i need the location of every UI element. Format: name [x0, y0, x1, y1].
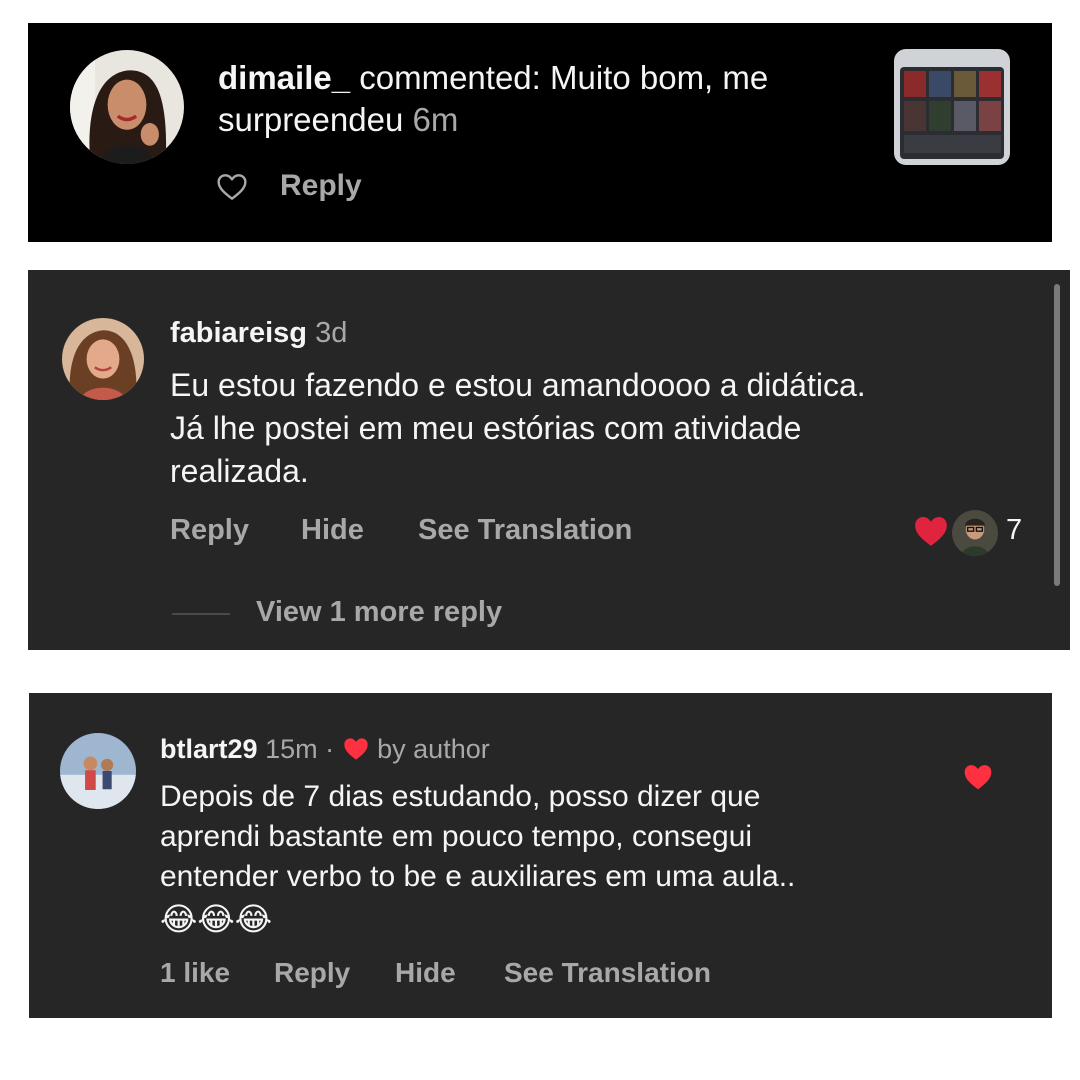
avatar-fabiareisg[interactable] — [62, 318, 144, 400]
reply-button[interactable]: Reply — [274, 957, 350, 989]
avatar-dimaile[interactable] — [70, 50, 184, 164]
see-translation-button[interactable]: See Translation — [504, 957, 711, 989]
comment-text: Depois de 7 dias estudando, posso dizer … — [160, 777, 795, 941]
comment-header: fabiareisg 3d — [170, 314, 347, 352]
comment-header: btlart29 15m · by author — [160, 731, 490, 767]
comment-intro: commented: Muito bom, me — [350, 59, 769, 96]
timestamp: 3d — [315, 317, 348, 349]
liker-avatar — [950, 508, 1000, 558]
comment-line: entender verbo to be e auxiliares em uma… — [160, 860, 796, 893]
hide-button[interactable]: Hide — [395, 957, 456, 989]
comment-line: realizada. — [170, 453, 309, 489]
author-badge: by author — [377, 734, 490, 764]
post-thumbnail[interactable] — [894, 49, 1010, 165]
notification-card: dimaile_ commented: Muito bom, me surpre… — [28, 23, 1052, 242]
heart-outline-icon[interactable] — [216, 171, 248, 201]
view-more-replies-link[interactable]: View 1 more reply — [256, 596, 502, 629]
comment-text: Eu estou fazendo e estou amandoooo a did… — [170, 364, 866, 493]
heart-icon — [912, 512, 950, 548]
timestamp: 6m — [412, 101, 459, 138]
comment-line: Eu estou fazendo e estou amandoooo a did… — [170, 367, 866, 403]
hide-button[interactable]: Hide — [301, 514, 364, 547]
username[interactable]: dimaile_ — [218, 59, 350, 96]
emoji-line: 😂😂😂 — [160, 901, 273, 937]
like-summary[interactable] — [912, 508, 1008, 558]
likes-count-link[interactable]: 1 like — [160, 957, 230, 989]
timestamp: 15m — [265, 734, 318, 764]
like-heart-icon[interactable] — [962, 761, 994, 796]
separator: · — [325, 734, 335, 764]
thread-line — [172, 613, 230, 615]
comment-line: Já lhe postei em meu estórias com ativid… — [170, 410, 802, 446]
username[interactable]: btlart29 — [160, 734, 258, 764]
comment-card: btlart29 15m · by author Depois de 7 dia… — [29, 693, 1052, 1018]
comment-line: Depois de 7 dias estudando, posso dizer … — [160, 780, 761, 813]
like-count: 7 — [1006, 514, 1023, 546]
comment-card: fabiareisg 3d Eu estou fazendo e estou a… — [28, 270, 1070, 650]
see-translation-button[interactable]: See Translation — [418, 514, 632, 547]
reply-button[interactable]: Reply — [170, 514, 249, 547]
heart-icon — [342, 734, 370, 760]
comment-text: surpreendeu — [218, 101, 404, 138]
comment-line: aprendi bastante em pouco tempo, consegu… — [160, 820, 753, 853]
avatar-btlart29[interactable] — [60, 733, 136, 809]
username[interactable]: fabiareisg — [170, 317, 307, 349]
reply-button[interactable]: Reply — [280, 169, 362, 203]
notification-text: dimaile_ commented: Muito bom, me surpre… — [218, 57, 878, 141]
scrollbar[interactable] — [1054, 284, 1060, 586]
